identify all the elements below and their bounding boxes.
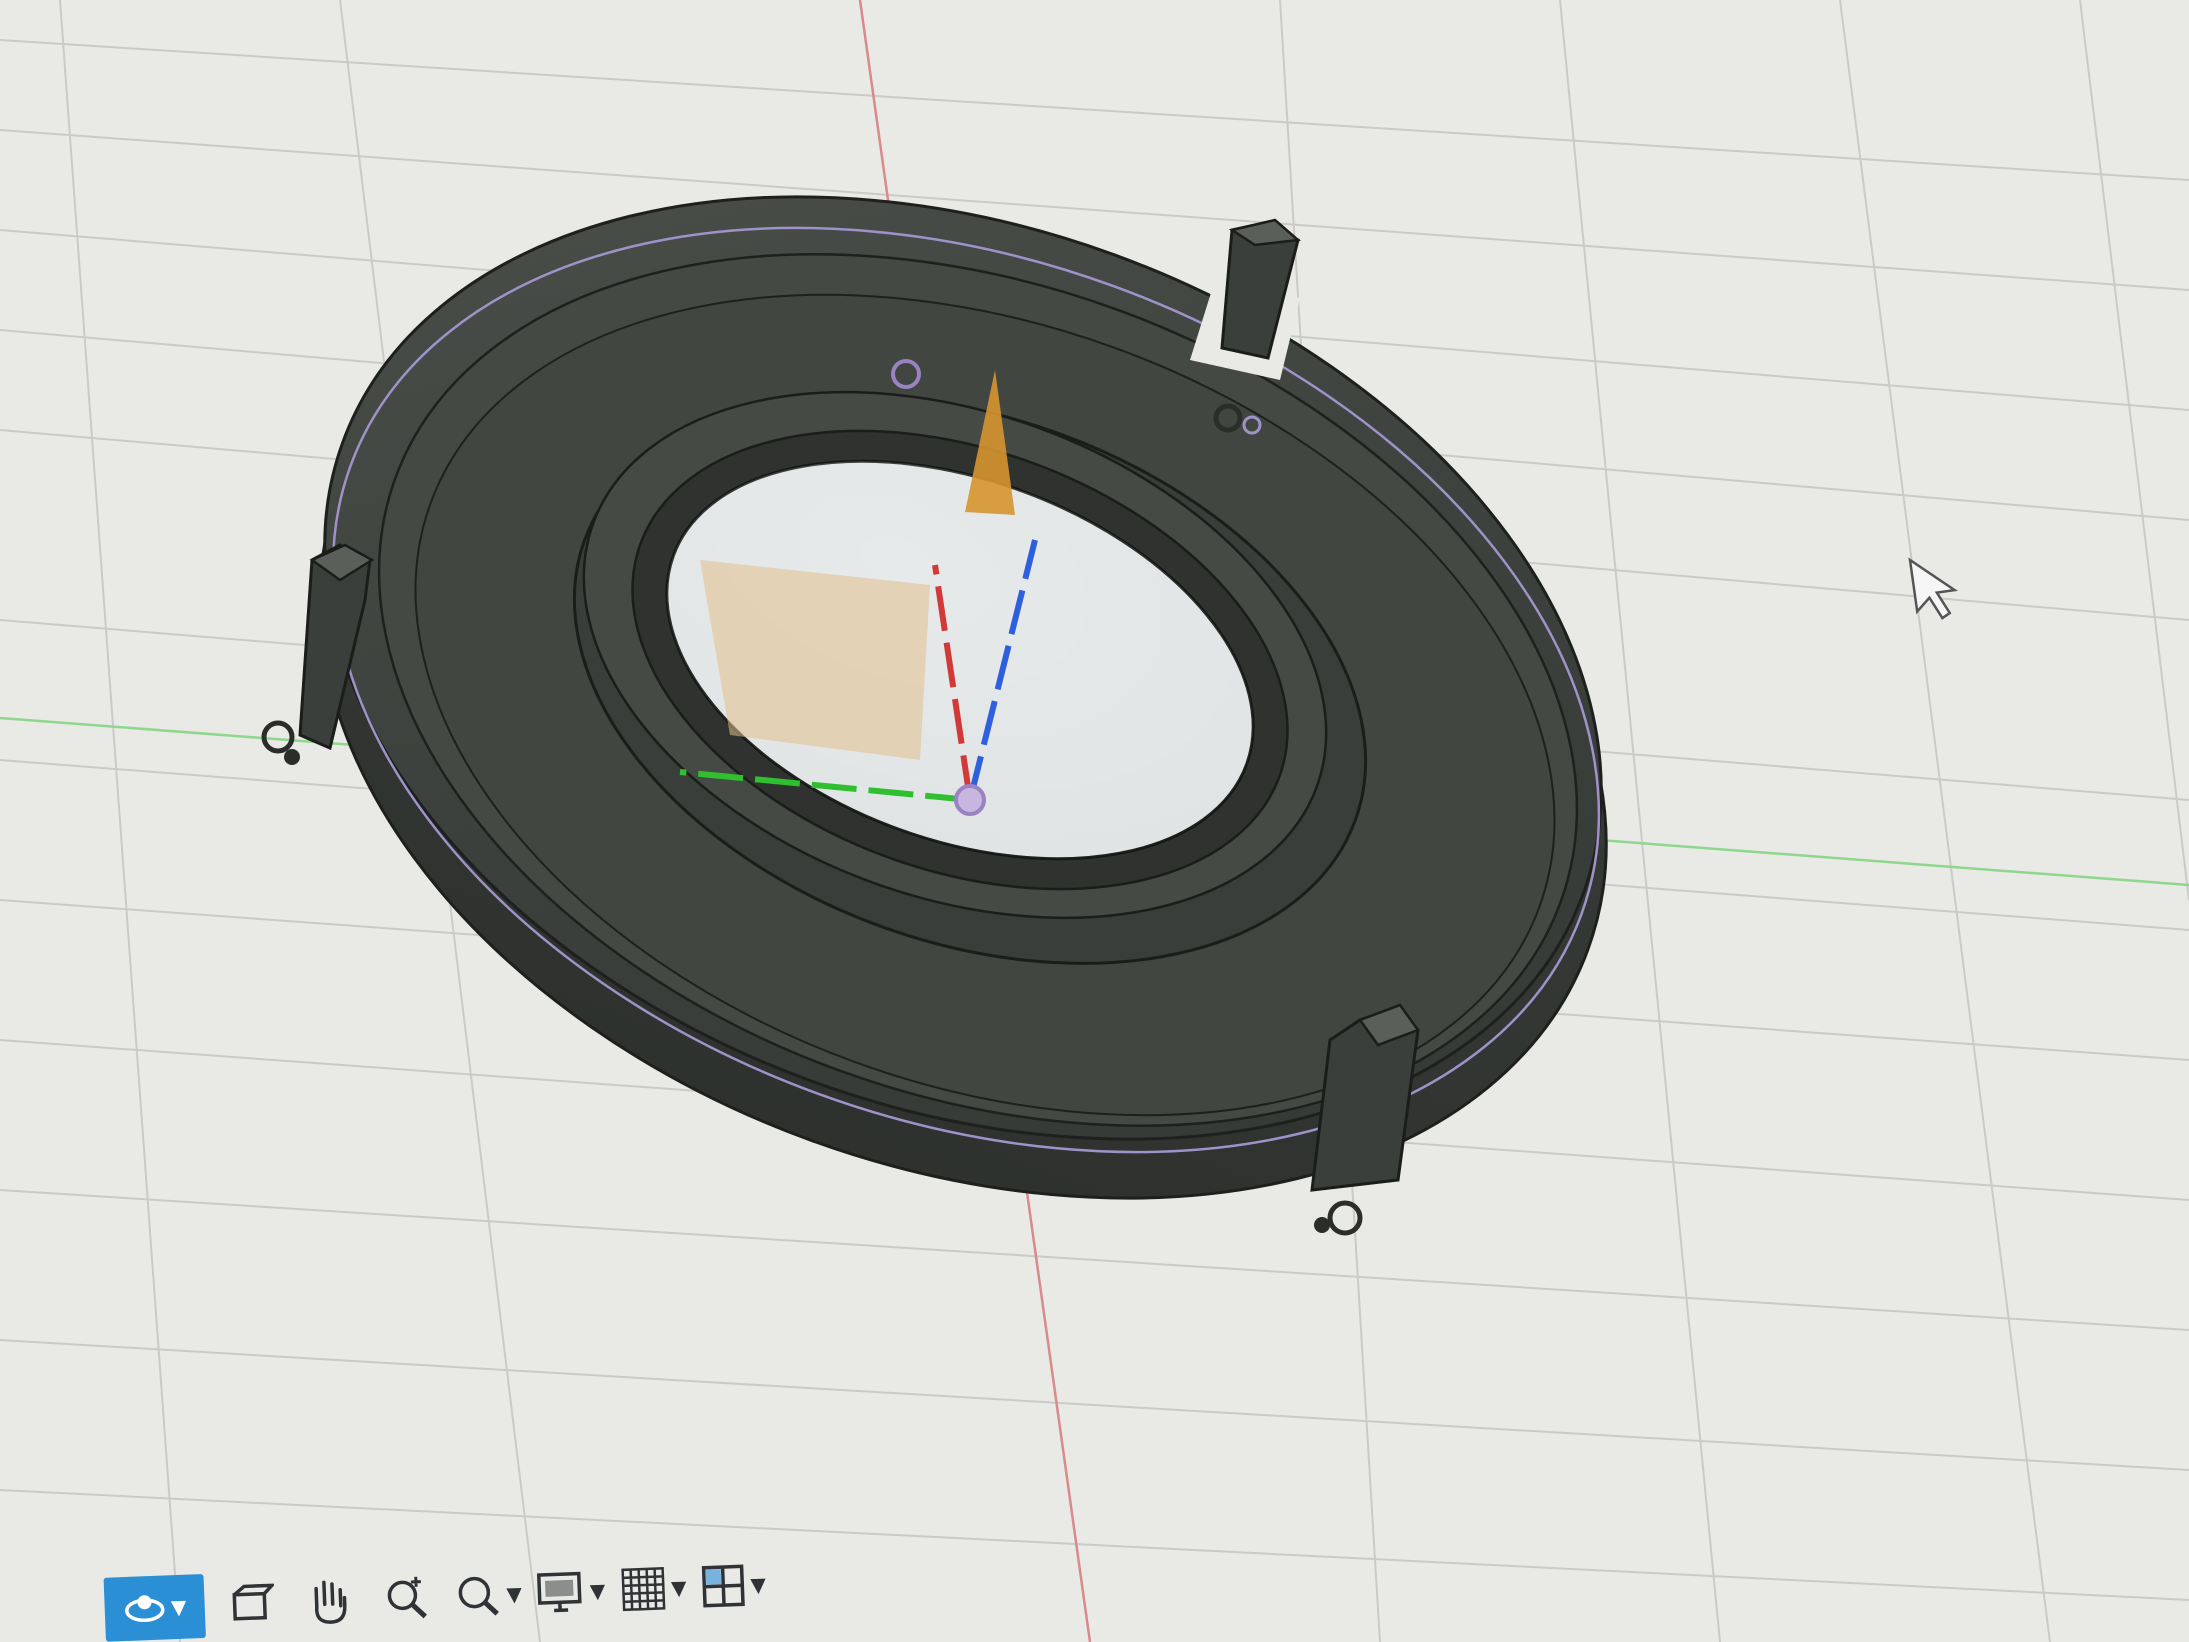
zoom-icon <box>387 1576 427 1619</box>
chevron-down-icon[interactable]: ▼ <box>506 1582 522 1607</box>
zoom-tool-button[interactable] <box>373 1565 439 1631</box>
chevron-down-icon[interactable]: ▼ <box>589 1579 605 1604</box>
3d-viewport[interactable] <box>0 0 2189 1642</box>
grid-snap-button[interactable]: ▼ <box>618 1555 688 1622</box>
pan-hand-icon <box>314 1580 347 1624</box>
pan-tool-button[interactable] <box>295 1568 361 1634</box>
display-settings-icon <box>537 1571 583 1613</box>
viewports-icon <box>701 1564 746 1608</box>
ground-plane-highlight <box>700 560 930 760</box>
viewports-button[interactable]: ▼ <box>699 1552 767 1618</box>
look-at-icon <box>232 1583 276 1621</box>
origin-point[interactable] <box>954 784 986 816</box>
cad-application: ▼ ▼ ▼ ▼ ▼ <box>0 0 2189 1642</box>
look-at-tool-button[interactable] <box>217 1571 283 1637</box>
chevron-down-icon[interactable]: ▼ <box>750 1572 766 1597</box>
chevron-down-icon[interactable]: ▼ <box>671 1575 687 1600</box>
zoom-window-tool-button[interactable]: ▼ <box>451 1562 523 1629</box>
display-settings-button[interactable]: ▼ <box>535 1559 607 1626</box>
viewport-canvas[interactable] <box>0 0 2189 1642</box>
grid-snap-icon <box>621 1567 666 1612</box>
chevron-down-icon[interactable]: ▼ <box>171 1595 187 1620</box>
orbit-icon <box>125 1595 165 1623</box>
orbit-tool-button[interactable]: ▼ <box>103 1573 206 1642</box>
zoom-window-icon <box>458 1576 499 1616</box>
